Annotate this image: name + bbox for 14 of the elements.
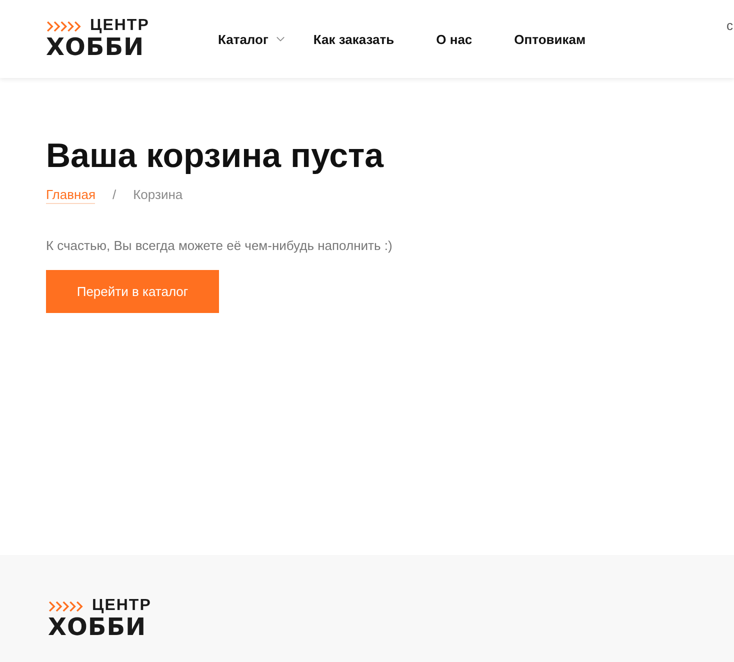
nav-link[interactable]: Оптовикам bbox=[514, 32, 586, 46]
breadcrumb-current: Корзина bbox=[133, 187, 183, 204]
nav-link[interactable]: Как заказать bbox=[313, 32, 394, 46]
logo-text: ЦЕНТР bbox=[90, 18, 150, 34]
nav-link[interactable]: Каталог bbox=[218, 32, 286, 46]
logo-text: ХОББИ bbox=[48, 614, 146, 640]
breadcrumb-separator: / bbox=[112, 187, 116, 204]
page-title: Ваша корзина пуста bbox=[46, 136, 385, 176]
header-text: с bbox=[726, 18, 733, 33]
nav-link[interactable]: О нас bbox=[436, 32, 472, 46]
caret-icon bbox=[276, 36, 286, 42]
empty-cart-message: К счастью, Вы всегда можете её чем-нибудь наполнить :) bbox=[46, 238, 394, 253]
logo-text: ЦЕНТР bbox=[92, 598, 152, 614]
logo-text: ХОББИ bbox=[46, 34, 144, 60]
